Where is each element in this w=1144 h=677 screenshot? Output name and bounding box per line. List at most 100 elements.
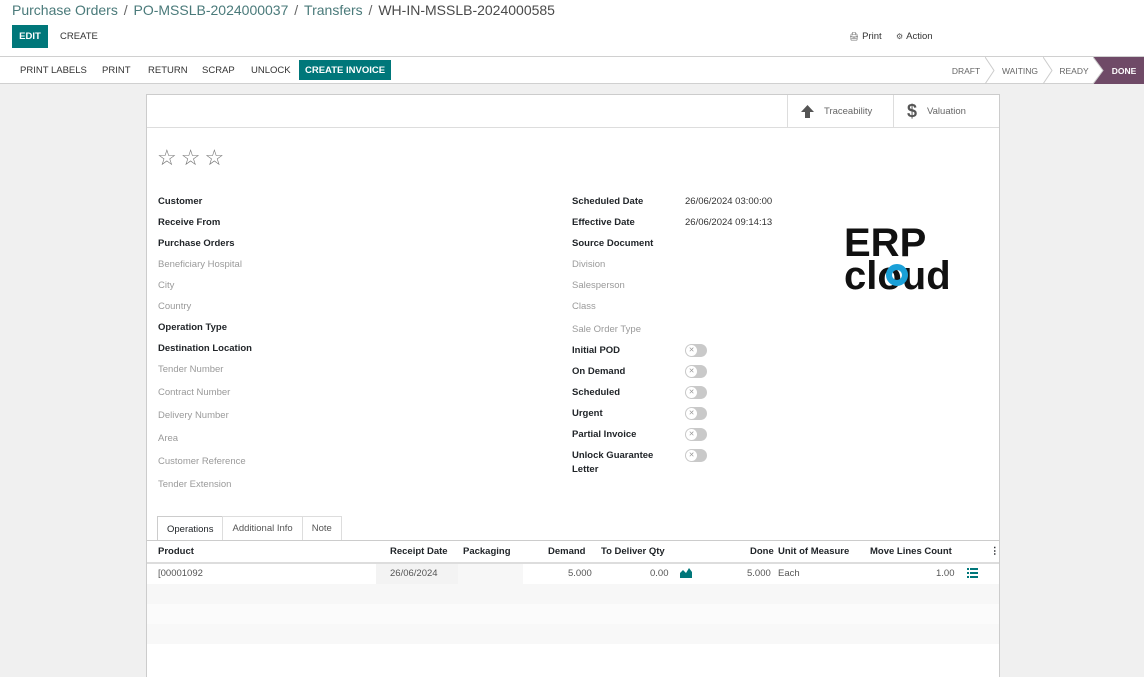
print-labels-button[interactable]: PRINT LABELS [14, 60, 93, 80]
empty-row [147, 624, 999, 644]
star-icon[interactable]: ☆ [181, 147, 201, 169]
tab-note[interactable]: Note [301, 516, 342, 540]
valuation-button[interactable]: $ Valuation [893, 95, 999, 128]
close-icon: ✕ [686, 429, 697, 440]
stage-separator-icon [1043, 57, 1053, 84]
tab-divider [147, 540, 999, 541]
sale-order-type-label: Sale Order Type [572, 324, 642, 335]
class-label: Class [572, 301, 596, 312]
city-label: City [158, 280, 175, 291]
column-header-done[interactable]: Done [750, 546, 774, 557]
list-icon[interactable] [967, 568, 978, 578]
contract-number-label: Contract Number [158, 387, 231, 398]
valuation-label: Valuation [927, 106, 966, 117]
stage-active-arrow-icon [1093, 57, 1105, 84]
notebook-tabs: Operations Additional Info Note [157, 516, 342, 541]
traceability-button[interactable]: Traceability [787, 95, 894, 128]
printer-icon: 🖨 [849, 32, 860, 41]
scrap-button[interactable]: SCRAP [196, 60, 241, 80]
tender-extension-label: Tender Extension [158, 479, 232, 490]
create-invoice-button[interactable]: CREATE INVOICE [299, 60, 392, 80]
unlock-guarantee-toggle[interactable]: ✕ [685, 449, 707, 462]
return-button[interactable]: RETURN [142, 60, 194, 80]
cell-move-lines: 1.00 [936, 568, 955, 579]
column-header-receipt-date[interactable]: Receipt Date [390, 546, 448, 557]
breadcrumb-purchase-order[interactable]: PO-MSSLB-2024000037 [134, 2, 289, 18]
stage-draft[interactable]: DRAFT [944, 57, 988, 84]
beneficiary-hospital-label: Beneficiary Hospital [158, 259, 242, 270]
form-sheet: Traceability $ Valuation ☆ ☆ ☆ Customer … [146, 94, 1000, 677]
salesperson-label: Salesperson [572, 280, 625, 291]
scheduled-toggle[interactable]: ✕ [685, 386, 707, 399]
cell-product: [00001092 [158, 568, 203, 579]
cell-demand: 5.000 [568, 568, 592, 579]
star-icon[interactable]: ☆ [157, 147, 177, 169]
operation-type-label: Operation Type [158, 322, 227, 333]
delivery-number-label: Delivery Number [158, 410, 229, 421]
close-icon: ✕ [686, 408, 697, 419]
customer-reference-label: Customer Reference [158, 456, 246, 467]
cell-to-deliver: 0.00 [650, 568, 669, 579]
breadcrumb-transfers[interactable]: Transfers [304, 2, 363, 18]
receive-from-label: Receive From [158, 217, 221, 228]
logo-line2: cloud [844, 254, 951, 293]
unlock-guarantee-label-line2: Letter [572, 464, 599, 475]
breadcrumb-purchase-orders[interactable]: Purchase Orders [12, 2, 118, 18]
action-dropdown[interactable]: ⚙ Action [896, 31, 933, 42]
tab-additional-info[interactable]: Additional Info [222, 516, 303, 540]
breadcrumb-current: WH-IN-MSSLB-2024000585 [378, 2, 555, 18]
partial-invoice-toggle[interactable]: ✕ [685, 428, 707, 441]
initial-pod-label: Initial POD [572, 345, 621, 356]
scheduled-label: Scheduled [572, 387, 621, 398]
stage-separator-icon [985, 57, 995, 84]
stage-waiting[interactable]: WAITING [995, 57, 1045, 84]
tab-operations[interactable]: Operations [157, 516, 224, 541]
column-header-product[interactable]: Product [158, 546, 194, 557]
smart-buttons-bar: Traceability $ Valuation [147, 95, 999, 128]
customer-label: Customer [158, 196, 203, 207]
cell-done: 5.000 [747, 568, 771, 579]
arrow-up-icon [801, 105, 814, 118]
dollar-icon: $ [907, 101, 918, 121]
urgent-toggle[interactable]: ✕ [685, 407, 707, 420]
column-header-demand[interactable]: Demand [548, 546, 585, 557]
unlock-button[interactable]: UNLOCK [245, 60, 297, 80]
purchase-orders-label: Purchase Orders [158, 238, 235, 249]
area-label: Area [158, 433, 179, 444]
effective-date-label: Effective Date [572, 217, 635, 228]
on-demand-toggle[interactable]: ✕ [685, 365, 707, 378]
column-header-to-deliver[interactable]: To Deliver Qty [601, 546, 665, 557]
column-header-move-lines[interactable]: Move Lines Count [870, 546, 952, 557]
column-options-icon[interactable]: ⋮ [990, 546, 1000, 557]
form-statusbar: PRINT LABELS PRINT RETURN SCRAP UNLOCK C… [0, 57, 1144, 84]
close-icon: ✕ [686, 345, 697, 356]
print-button[interactable]: PRINT [96, 60, 137, 80]
print-label: Print [862, 31, 882, 42]
control-panel: Purchase Orders / PO-MSSLB-2024000037 / … [0, 0, 1144, 57]
scheduled-date-value[interactable]: 26/06/2024 03:00:00 [685, 196, 772, 207]
traceability-label: Traceability [824, 106, 873, 117]
star-icon[interactable]: ☆ [204, 147, 224, 169]
column-header-uom[interactable]: Unit of Measure [778, 546, 849, 557]
print-dropdown[interactable]: 🖨 Print [849, 31, 882, 42]
area-chart-icon[interactable] [680, 567, 692, 578]
cell-uom: Each [778, 568, 800, 579]
edit-button[interactable]: EDIT [12, 25, 48, 48]
on-demand-label: On Demand [572, 366, 626, 377]
erp-cloud-logo: ERP cloud [844, 223, 951, 293]
column-header-packaging[interactable]: Packaging [463, 546, 511, 557]
tender-number-label: Tender Number [158, 364, 224, 375]
country-label: Country [158, 301, 192, 312]
source-document-label: Source Document [572, 238, 654, 249]
breadcrumb: Purchase Orders / PO-MSSLB-2024000037 / … [12, 2, 555, 18]
initial-pod-toggle[interactable]: ✕ [685, 344, 707, 357]
cell-receipt-date: 26/06/2024 [390, 568, 438, 579]
stage-done[interactable]: DONE [1104, 57, 1144, 84]
empty-row [147, 604, 999, 624]
division-label: Division [572, 259, 606, 270]
empty-row [147, 584, 999, 604]
effective-date-value: 26/06/2024 09:14:13 [685, 217, 773, 228]
create-button[interactable]: CREATE [54, 25, 104, 48]
close-icon: ✕ [686, 450, 697, 461]
stage-ready[interactable]: READY [1053, 57, 1095, 84]
